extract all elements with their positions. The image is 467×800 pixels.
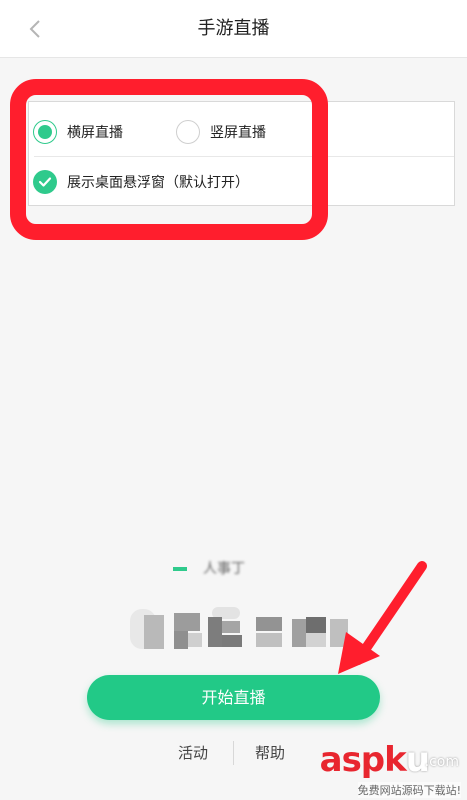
mosaic-block (222, 621, 240, 633)
mosaic-block (292, 619, 306, 647)
mosaic-block (208, 617, 222, 647)
highlight-annotation (10, 79, 328, 240)
watermark-brand-main: asp (319, 740, 386, 780)
watermark-com: .com (424, 754, 459, 770)
account-name: 人事丁 (203, 561, 245, 575)
mosaic-block (306, 617, 326, 633)
blurred-account-mosaic (130, 605, 355, 655)
bottom-links-divider (233, 741, 234, 765)
start-live-button[interactable]: 开始直播 (87, 675, 380, 720)
account-indicator (173, 567, 187, 571)
mosaic-block (222, 635, 242, 647)
watermark-brand-k: k (384, 740, 407, 780)
mosaic-block (256, 633, 282, 647)
mosaic-block (144, 615, 164, 649)
help-link[interactable]: 帮助 (255, 742, 285, 763)
watermark: aspku .com 免费网站源码下载站! (288, 736, 463, 798)
red-arrow-annotation (338, 561, 427, 674)
page-title: 手游直播 (197, 18, 270, 39)
top-bar: 手游直播 (0, 0, 467, 58)
activity-link[interactable]: 活动 (178, 742, 208, 763)
mosaic-block (306, 633, 326, 647)
watermark-subtitle: 免费网站源码下载站! (357, 782, 461, 798)
mosaic-block (174, 631, 188, 649)
mosaic-block (188, 633, 202, 647)
mosaic-block (256, 617, 282, 631)
mosaic-block (174, 613, 200, 631)
watermark-brand: aspku (319, 740, 430, 780)
